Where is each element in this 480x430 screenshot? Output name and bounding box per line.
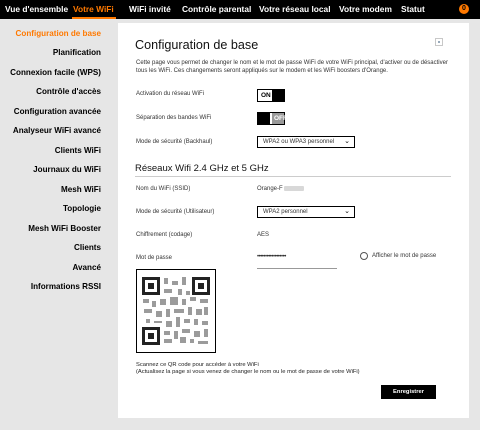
sidebar-item-configuration-de-base[interactable]: Configuration de base: [16, 29, 101, 38]
qr-note-line2: (Actualisez la page si vous venez de cha…: [136, 369, 360, 376]
page-description: Cette page vous permet de changer le nom…: [136, 60, 448, 74]
sidebar-item-journaux-wifi[interactable]: Journaux du WiFi: [33, 165, 101, 174]
sidebar-item-informations-rssi[interactable]: Informations RSSI: [31, 282, 101, 291]
tab-controle-parental[interactable]: Contrôle parental: [182, 0, 251, 19]
notification-badge[interactable]: 0: [459, 4, 469, 14]
password-label: Mot de passe: [136, 255, 173, 261]
sidebar-item-configuration-avancee[interactable]: Configuration avancée: [14, 107, 101, 116]
redacted-blur: [283, 186, 304, 191]
backhaul-security-value: WPA2 ou WPA3 personnel: [263, 139, 335, 145]
user-security-value: WPA2 personnel: [263, 209, 308, 215]
main-panel: Configuration de base Cette page vous pe…: [118, 23, 469, 418]
tab-votre-modem[interactable]: Votre modem: [339, 0, 392, 19]
password-underline: [257, 268, 337, 269]
sidebar-item-clients[interactable]: Clients: [74, 243, 101, 252]
show-password-radio[interactable]: [360, 252, 368, 260]
show-password-label[interactable]: Afficher le mot de passe: [372, 253, 436, 259]
toggle-state-text: ON: [261, 92, 271, 99]
sidebar-item-topologie[interactable]: Topologie: [63, 204, 101, 213]
user-security-select[interactable]: WPA2 personnel ⌄: [257, 206, 355, 218]
tab-vue-ensemble[interactable]: Vue d'ensemble: [5, 0, 68, 19]
save-button[interactable]: Enregistrer: [381, 385, 436, 399]
qr-note: Scannez ce QR code pour accéder à votre …: [136, 362, 360, 377]
sidebar-item-controle-acces[interactable]: Contrôle d'accès: [36, 87, 101, 96]
tab-reseau-local[interactable]: Votre réseau local: [259, 0, 331, 19]
encryption-label: Chiffrement (codage): [136, 232, 193, 238]
backhaul-security-label: Mode de sécurité (Backhaul): [136, 139, 213, 145]
wifi-qr-code: [136, 269, 216, 353]
band-separation-label: Séparation des bandes WiFi: [136, 115, 212, 121]
encryption-value: AES: [257, 232, 270, 238]
qr-code-image: [140, 275, 212, 347]
sidebar-item-analyseur-wifi[interactable]: Analyseur WiFi avancé: [13, 126, 101, 135]
section-title: Réseaux Wifi 2.4 GHz et 5 GHz: [135, 163, 269, 174]
chevron-down-icon: ⌄: [344, 138, 350, 145]
user-security-label: Mode de sécurité (Utilisateur): [136, 209, 215, 215]
sidebar-item-mesh-wifi[interactable]: Mesh WiFi: [61, 185, 101, 194]
password-field[interactable]: ••••••••••••••••••: [257, 254, 286, 260]
toggle-knob: [272, 90, 284, 101]
wifi-activation-label: Activation du réseau WiFi: [136, 91, 205, 97]
ssid-text: Orange-F: [257, 186, 283, 193]
toggle-knob: [258, 113, 270, 124]
sidebar-item-wps[interactable]: Connexion facile (WPS): [10, 68, 101, 77]
top-nav: Vue d'ensemble Votre WiFi WiFi invité Co…: [0, 0, 480, 19]
qr-note-line1: Scannez ce QR code pour accéder à votre …: [136, 362, 259, 368]
sidebar-item-mesh-wifi-booster[interactable]: Mesh WiFi Booster: [28, 224, 101, 233]
backhaul-security-select[interactable]: WPA2 ou WPA3 personnel ⌄: [257, 136, 355, 148]
tab-wifi-invite[interactable]: WiFi invité: [129, 0, 171, 19]
band-separation-toggle[interactable]: OFF: [257, 112, 287, 125]
page-title: Configuration de base: [135, 38, 259, 52]
toggle-state-text: OFF: [272, 113, 287, 124]
chevron-down-icon: ⌄: [344, 208, 350, 215]
sidebar-item-clients-wifi[interactable]: Clients WiFi: [55, 146, 101, 155]
ssid-value: Orange-F: [257, 186, 304, 192]
ssid-label: Nom du WiFi (SSID): [136, 186, 191, 192]
section-divider: [135, 176, 451, 177]
sidebar: Configuration de base Planification Conn…: [0, 19, 108, 430]
sidebar-item-planification[interactable]: Planification: [53, 48, 101, 57]
sidebar-item-avance[interactable]: Avancé: [73, 263, 102, 272]
tab-statut[interactable]: Statut: [401, 0, 425, 19]
broken-image-icon: [435, 38, 443, 46]
wifi-activation-toggle[interactable]: ON: [257, 89, 285, 102]
